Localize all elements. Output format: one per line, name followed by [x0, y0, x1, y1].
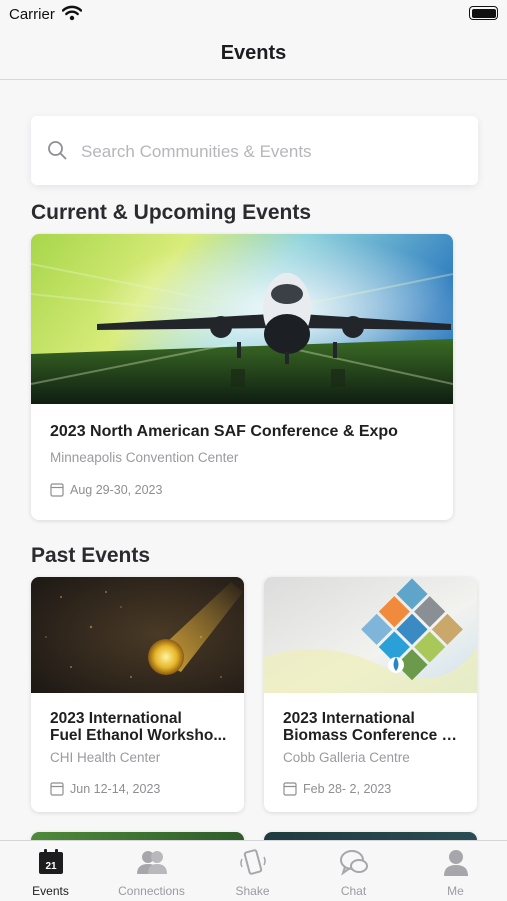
calendar-icon [50, 482, 64, 500]
event-card-fuel-ethanol[interactable]: 2023 International Fuel Ethanol Worksho.… [31, 577, 244, 812]
current-events-heading: Current & Upcoming Events [31, 201, 312, 224]
tab-label: Shake [235, 884, 270, 898]
tab-chat[interactable]: Chat [303, 841, 404, 901]
people-icon [136, 849, 168, 880]
event-title-line1: 2023 International [50, 710, 182, 727]
calendar-icon [283, 781, 297, 799]
event-title-line2: Fuel Ethanol Worksho... [50, 727, 227, 744]
navigation-bar: Events [0, 30, 507, 80]
carrier-label: Carrier [9, 6, 55, 23]
chat-bubbles-icon [339, 849, 369, 882]
calendar-icon [50, 781, 64, 799]
event-title: 2023 North American SAF Conference & Exp… [50, 423, 398, 440]
tab-events[interactable]: 21 Events [0, 841, 101, 901]
calendar-day-badge: 21 [45, 861, 57, 872]
event-date-row: Feb 28- 2, 2023 [283, 781, 391, 799]
phone-shake-icon [239, 849, 267, 882]
calendar-icon: 21 [38, 849, 64, 880]
tab-label: Events [32, 884, 69, 898]
event-date: Aug 29-30, 2023 [70, 483, 163, 497]
event-date: Jun 12-14, 2023 [70, 782, 161, 796]
event-banner-partial [31, 832, 244, 840]
event-title-line2: Biomass Conference &... [283, 727, 463, 744]
event-date-row: Jun 12-14, 2023 [50, 781, 160, 799]
tab-label: Me [447, 884, 464, 898]
wifi-icon [61, 5, 83, 26]
tab-shake[interactable]: Shake [202, 841, 303, 901]
event-card-biomass[interactable]: 2023 International Biomass Conference &.… [264, 577, 477, 812]
page-title: Events [220, 42, 287, 64]
person-icon [443, 849, 469, 882]
tab-label: Connections [118, 884, 185, 898]
event-card-saf[interactable]: 2023 North American SAF Conference & Exp… [31, 234, 453, 520]
tab-bar: 21 Events Connections Shake Chat Me [0, 840, 507, 900]
event-banner-biomass [264, 577, 477, 693]
event-date: Feb 28- 2, 2023 [303, 782, 392, 796]
search-icon [47, 140, 67, 165]
events-list[interactable]: Search Communities & Events Current & Up… [0, 81, 507, 840]
tab-connections[interactable]: Connections [101, 841, 202, 901]
tab-label: Chat [340, 884, 367, 898]
search-bar[interactable]: Search Communities & Events [31, 116, 478, 185]
past-events-heading: Past Events [31, 544, 151, 567]
event-card-partial[interactable] [31, 832, 244, 840]
status-bar: Carrier [0, 0, 507, 30]
event-banner-comet [31, 577, 244, 693]
event-card-partial[interactable] [264, 832, 477, 840]
event-title-line1: 2023 International [283, 710, 415, 727]
event-banner-airplane [31, 234, 453, 404]
search-input[interactable]: Search Communities & Events [81, 142, 312, 162]
battery-icon [469, 6, 498, 20]
event-venue: Minneapolis Convention Center [50, 450, 239, 465]
event-date-row: Aug 29-30, 2023 [50, 482, 162, 500]
tab-me[interactable]: Me [405, 841, 506, 901]
event-banner-partial [264, 832, 477, 840]
event-venue: Cobb Galleria Centre [283, 750, 410, 765]
event-venue: CHI Health Center [50, 750, 161, 765]
